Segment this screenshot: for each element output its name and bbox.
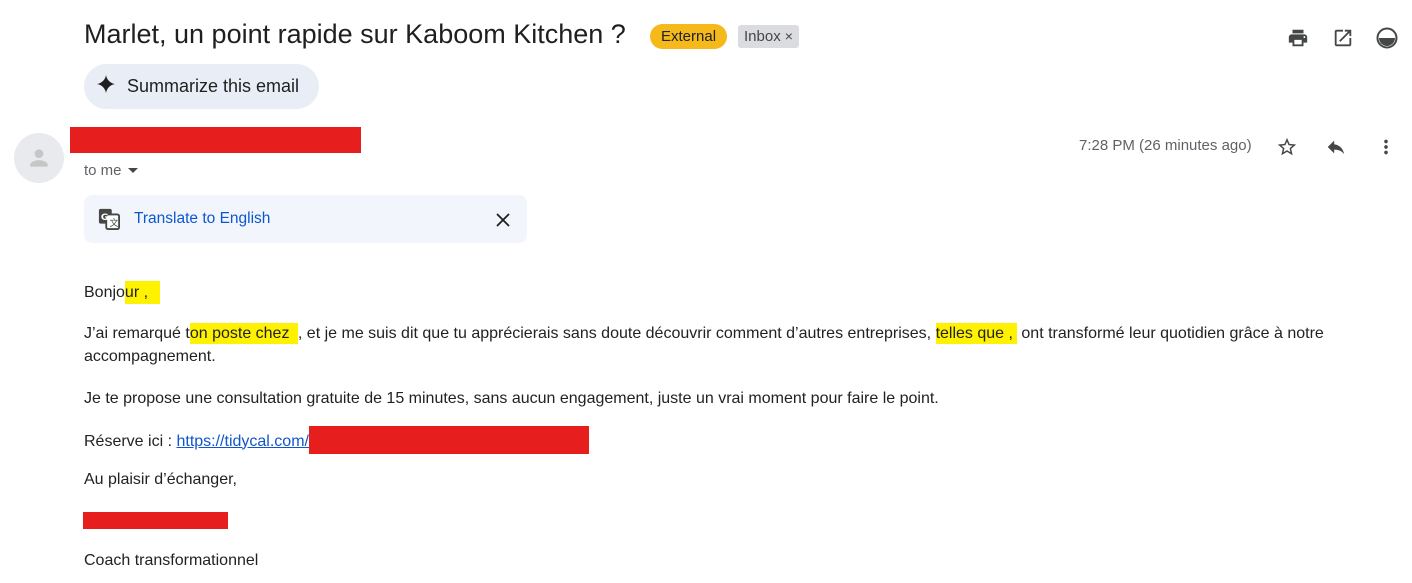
- link-redaction: [308, 426, 589, 454]
- person-icon: [30, 149, 48, 167]
- summarize-email-button[interactable]: Summarize this email: [84, 64, 320, 109]
- reply-icon[interactable]: [1324, 135, 1348, 159]
- svg-text:文: 文: [109, 217, 118, 229]
- sender-avatar[interactable]: [14, 133, 64, 183]
- p1-text-d: accompagnement.: [84, 348, 216, 365]
- highlighted-text: on poste chez: [189, 323, 298, 344]
- email-subject: Marlet, un point rapide sur Kaboom Kitch…: [84, 19, 626, 49]
- signature-title: Coach transformationnel: [84, 552, 259, 569]
- translate-bar: G文 Translate to English: [84, 195, 527, 243]
- paragraph-1: J’ai remarqué ton poste chez , et je me …: [84, 322, 1364, 368]
- highlighted-text: ur ,: [124, 281, 161, 304]
- p1-text-c: ont transformé leur quotidien grâce à no…: [1021, 325, 1324, 342]
- theme-toggle-icon[interactable]: [1374, 25, 1400, 51]
- recipient-details-toggle[interactable]: to me: [84, 162, 138, 179]
- paragraph-2: Je te propose une consultation gratuite …: [84, 390, 939, 407]
- p1-text-a: J’ai remarqué t: [84, 325, 190, 342]
- paragraph-4: Au plaisir d’échanger,: [84, 471, 237, 488]
- remove-label-icon[interactable]: ×: [785, 28, 793, 44]
- sparkle-icon: [96, 74, 116, 99]
- booking-link[interactable]: https://tidycal.com/: [176, 430, 309, 453]
- message-timestamp: 7:28 PM (26 minutes ago): [1079, 137, 1252, 154]
- greeting: Bonjour ,: [84, 281, 161, 304]
- star-icon[interactable]: [1275, 135, 1299, 159]
- signature-redaction: [83, 512, 228, 529]
- open-in-new-window-icon[interactable]: [1330, 25, 1356, 51]
- translate-icon: G文: [98, 208, 120, 235]
- sender-redaction: [70, 127, 361, 153]
- booking-label: Réserve ici :: [84, 432, 177, 450]
- recipient-label: to me: [84, 162, 122, 179]
- print-icon[interactable]: [1285, 25, 1311, 51]
- chevron-down-icon: [127, 167, 138, 173]
- p1-text-b: , et je me suis dit que tu apprécierais …: [297, 325, 932, 342]
- highlighted-text: telles que ,: [935, 323, 1017, 344]
- paragraph-3: Réserve ici : https://tidycal.com/: [84, 426, 589, 454]
- summarize-label: Summarize this email: [127, 76, 300, 96]
- close-icon[interactable]: [492, 209, 514, 231]
- inbox-label-text: Inbox: [744, 28, 781, 45]
- greeting-text: Bonjo: [84, 284, 125, 301]
- translate-to-english-link[interactable]: Translate to English: [134, 210, 270, 228]
- svg-text:G: G: [101, 212, 109, 223]
- external-badge: External: [650, 24, 728, 49]
- inbox-label-chip[interactable]: Inbox ×: [738, 25, 799, 48]
- more-vert-icon[interactable]: [1374, 135, 1398, 159]
